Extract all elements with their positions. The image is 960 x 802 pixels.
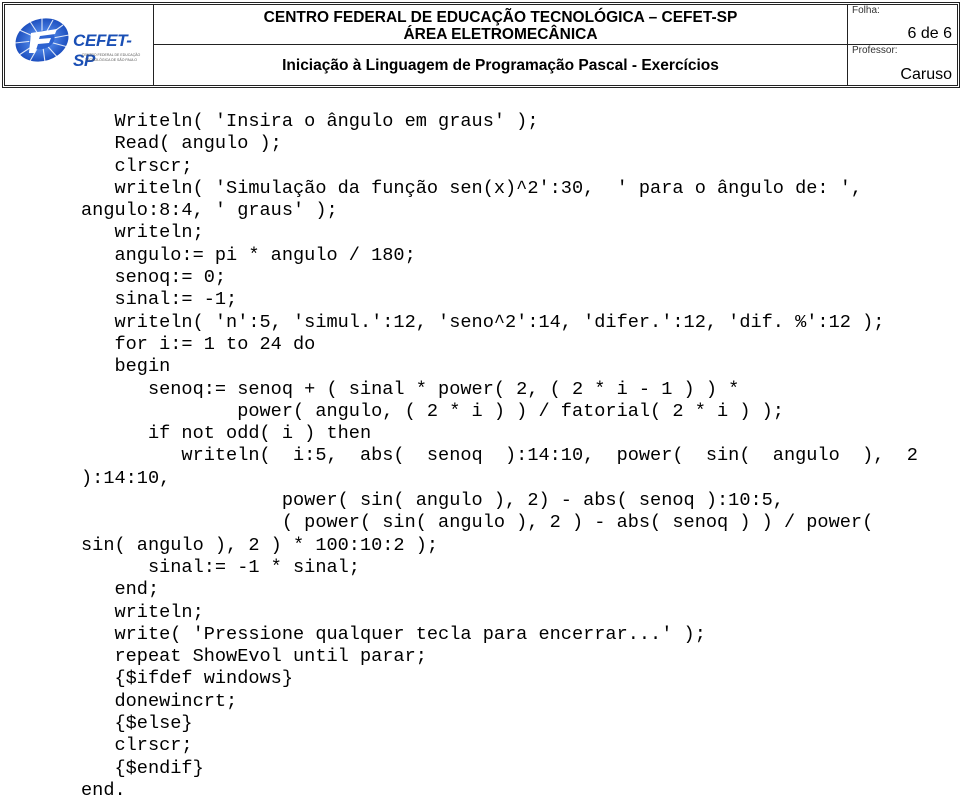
code-line: senoq:= 0;: [81, 267, 227, 289]
code-line: donewincrt;: [81, 690, 238, 712]
logo-cell: CEFET-SP CENTRO FEDERAL DE EDUCAÇÃO TECN…: [5, 5, 154, 85]
title-cell: CENTRO FEDERAL DE EDUCAÇÃO TECNOLÓGICA –…: [154, 5, 848, 85]
code-line: power( angulo, ( 2 * i ) ) / fatorial( 2…: [81, 400, 784, 422]
code-line: writeln;: [81, 222, 204, 244]
code-line: end;: [81, 579, 160, 601]
folha-value: 6 de 6: [907, 25, 952, 42]
code-line: Read( angulo );: [81, 133, 282, 155]
department-title: ÁREA ELETROMECÂNICA: [403, 26, 598, 43]
code-line: sin( angulo ), 2 ) * 100:10:2 );: [81, 534, 439, 556]
code-line: begin: [81, 356, 171, 378]
code-line: ( power( sin( angulo ), 2 ) - abs( senoq…: [81, 512, 874, 534]
page-header: CEFET-SP CENTRO FEDERAL DE EDUCAÇÃO TECN…: [2, 2, 960, 88]
code-line: {$endif}: [81, 757, 204, 779]
institution-title: CENTRO FEDERAL DE EDUCAÇÃO TECNOLÓGICA –…: [263, 9, 738, 26]
header-divider: [154, 44, 847, 45]
code-line: clrscr;: [81, 155, 193, 177]
professor-value: Caruso: [900, 66, 952, 83]
code-line: sinal:= -1 * sinal;: [81, 556, 360, 578]
professor-label: Professor:: [852, 45, 898, 56]
code-line: {$ifdef windows}: [81, 668, 294, 690]
info-cell: Folha: 6 de 6 Professor: Caruso: [848, 5, 957, 85]
code-line: power( sin( angulo ), 2) - abs( senoq ):…: [81, 490, 784, 512]
code-line: writeln( 'n':5, 'simul.':12, 'seno^2':14…: [81, 311, 885, 333]
code-line: writeln( i:5, abs( senoq ):14:10, power(…: [81, 445, 918, 467]
code-line: write( 'Pressione qualquer tecla para en…: [81, 623, 706, 645]
code-line: if not odd( i ) then: [81, 423, 372, 445]
folha-label: Folha:: [852, 5, 880, 16]
code-line: angulo:8:4, ' graus' );: [81, 200, 338, 222]
code-listing: Writeln( 'Insira o ângulo em graus' ); R…: [81, 111, 960, 802]
code-line: writeln( 'Simulação da função sen(x)^2':…: [81, 177, 863, 199]
logo-subtitle: CENTRO FEDERAL DE EDUCAÇÃO TECNOLÓGICA D…: [81, 53, 141, 62]
logo-text: CEFET-SP: [73, 31, 132, 70]
code-line: for i:= 1 to 24 do: [81, 333, 316, 355]
code-line: senoq:= senoq + ( sinal * power( 2, ( 2 …: [81, 378, 740, 400]
cefet-logo: CEFET-SP CENTRO FEDERAL DE EDUCAÇÃO TECN…: [13, 17, 149, 70]
code-line: repeat ShowEvol until parar;: [81, 646, 427, 668]
code-line: clrscr;: [81, 735, 193, 757]
course-subtitle: Iniciação à Linguagem de Programação Pas…: [282, 57, 719, 74]
code-line: end.: [81, 779, 126, 801]
code-line: sinal:= -1;: [81, 289, 238, 311]
code-line: ):14:10,: [81, 467, 171, 489]
code-line: {$else}: [81, 713, 193, 735]
code-line: angulo:= pi * angulo / 180;: [81, 244, 416, 266]
code-line: writeln;: [81, 601, 204, 623]
cefet-emblem-icon: [14, 18, 70, 63]
code-line: Writeln( 'Insira o ângulo em graus' );: [81, 111, 539, 132]
